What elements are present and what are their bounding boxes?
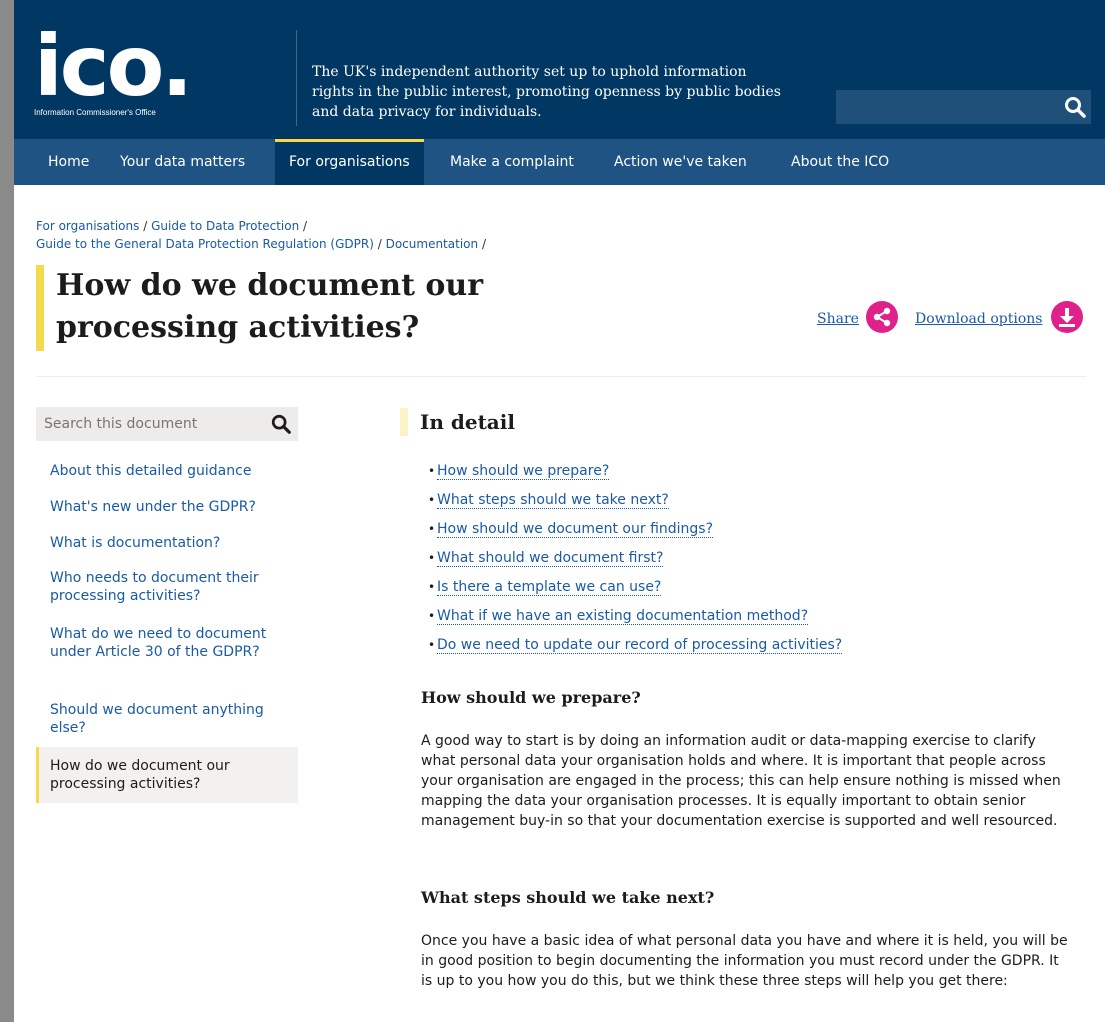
bullet-icon: • (428, 464, 436, 478)
ico-logo[interactable]: ico. Information Commissioner's Office (34, 17, 214, 117)
logo-text: ico. (34, 17, 193, 115)
nav-for-organisations[interactable]: For organisations (275, 139, 424, 185)
site-search (836, 90, 1091, 124)
header-divider (296, 30, 297, 126)
toc-link[interactable]: Is there a template we can use? (437, 579, 662, 596)
toc-item: • How should we document our findings? (428, 519, 842, 548)
section-heading-prepare: How should we prepare? (421, 688, 641, 707)
breadcrumb-separator: / (377, 237, 382, 251)
download-icon[interactable] (1051, 301, 1083, 333)
sidebar-item-whats-new[interactable]: What's new under the GDPR? (50, 498, 295, 516)
content-divider (36, 376, 1086, 377)
breadcrumb: For organisations / Guide to Data Protec… (36, 217, 486, 253)
toc-item: • What should we document first? (428, 548, 842, 577)
download-options-link[interactable]: Download options (915, 311, 1042, 327)
section-accent-bar (400, 408, 408, 436)
site-tagline: The UK's independent authority set up to… (312, 64, 781, 120)
toc-item: • Do we need to update our record of proc… (428, 635, 843, 664)
toc-link[interactable]: How should we prepare? (437, 463, 610, 480)
sidebar-item-what-is-documentation[interactable]: What is documentation? (50, 534, 295, 552)
bullet-icon: • (428, 493, 436, 507)
bullet-icon: • (428, 609, 436, 623)
toc-item: • How should we prepare? (428, 461, 842, 490)
breadcrumb-separator: / (481, 237, 486, 251)
bullet-icon: • (428, 551, 436, 565)
nav-your-data-matters[interactable]: Your data matters (106, 139, 259, 185)
breadcrumb-guide-data-protection[interactable]: Guide to Data Protection (151, 219, 299, 233)
section-body-prepare: A good way to start is by doing an infor… (421, 733, 1061, 829)
section-body-next-steps: Once you have a basic idea of what perso… (421, 933, 1068, 989)
share-link[interactable]: Share (817, 311, 859, 327)
nav-home[interactable]: Home (34, 139, 103, 185)
toc-item: • What if we have an existing documentati… (428, 606, 842, 635)
toc-link[interactable]: How should we document our findings? (437, 521, 714, 538)
search-icon[interactable] (270, 413, 292, 435)
share-icon[interactable] (866, 301, 898, 333)
breadcrumb-guide-gdpr[interactable]: Guide to the General Data Protection Reg… (36, 237, 374, 251)
bullet-icon: • (428, 638, 436, 652)
main-nav: Home Your data matters For organisations… (14, 139, 1105, 185)
toc-item: • Is there a template we can use? (428, 577, 842, 606)
sidebar-item-about-guidance[interactable]: About this detailed guidance (50, 462, 295, 480)
sidebar-item-article-30[interactable]: What do we need to document under Articl… (50, 625, 295, 661)
document-search (36, 407, 298, 441)
title-accent-bar (36, 265, 44, 351)
site-search-input[interactable] (836, 90, 1051, 124)
toc-link[interactable]: What steps should we take next? (437, 492, 669, 509)
search-icon[interactable] (1063, 95, 1087, 119)
browser-frame: ico. Information Commissioner's Office T… (14, 0, 1105, 1022)
breadcrumb-documentation[interactable]: Documentation (386, 237, 479, 251)
document-search-input[interactable] (36, 407, 256, 441)
nav-make-a-complaint[interactable]: Make a complaint (436, 139, 588, 185)
breadcrumb-separator: / (303, 219, 308, 233)
in-detail-heading: In detail (420, 410, 515, 434)
nav-about-ico[interactable]: About the ICO (777, 139, 903, 185)
toc-item: • What steps should we take next? (428, 490, 842, 519)
sidebar-item-anything-else[interactable]: Should we document anything else? (50, 701, 295, 737)
breadcrumb-for-organisations[interactable]: For organisations (36, 219, 139, 233)
sidebar-item-current[interactable]: How do we document our processing activi… (36, 747, 298, 803)
nav-action-taken[interactable]: Action we've taken (600, 139, 761, 185)
page-title: How do we document our processing activi… (56, 268, 484, 345)
site-header: ico. Information Commissioner's Office T… (14, 0, 1105, 139)
section-heading-next-steps: What steps should we take next? (421, 888, 715, 907)
toc-link[interactable]: What if we have an existing documentatio… (437, 608, 809, 625)
table-of-contents: • How should we prepare? • What steps shou… (428, 461, 843, 664)
toc-link[interactable]: What should we document first? (437, 550, 664, 567)
sidebar-item-who-needs-to-document[interactable]: Who needs to document their processing a… (50, 569, 295, 605)
bullet-icon: • (428, 522, 436, 536)
breadcrumb-separator: / (143, 219, 148, 233)
toc-link[interactable]: Do we need to update our record of proce… (437, 637, 843, 654)
bullet-icon: • (428, 580, 436, 594)
